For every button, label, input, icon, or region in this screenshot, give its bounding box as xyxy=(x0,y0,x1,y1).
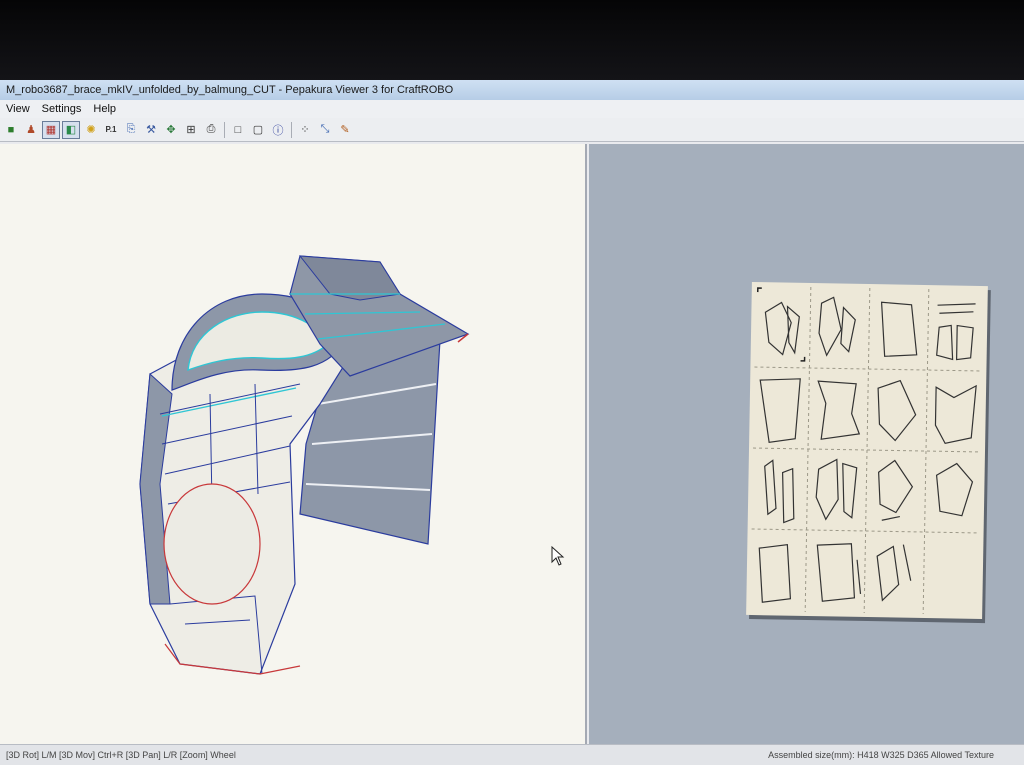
stamp-icon[interactable]: ♟ xyxy=(22,121,40,139)
status-bar: [3D Rot] L/M [3D Mov] Ctrl+R [3D Pan] L/… xyxy=(0,744,1024,765)
app-window: M_robo3687_brace_mkIV_unfolded_by_balmun… xyxy=(0,80,1024,765)
info-icon[interactable]: ⓘ xyxy=(269,121,287,139)
dual-view-icon[interactable]: ▢ xyxy=(249,121,267,139)
paint-icon[interactable]: ⊞ xyxy=(182,121,200,139)
toolbar-divider xyxy=(291,121,292,138)
model-chest-circle xyxy=(163,483,261,605)
select-icon[interactable]: ⁘ xyxy=(296,121,314,139)
print-icon[interactable]: ⎙ xyxy=(202,121,220,139)
page-p1-icon[interactable]: P.1 xyxy=(102,121,120,139)
light-bulb-icon[interactable]: ✺ xyxy=(82,121,100,139)
view-3d-icon[interactable]: ▦ xyxy=(42,120,60,139)
print-page[interactable] xyxy=(746,281,988,620)
2d-unfold-pane[interactable] xyxy=(589,144,1024,744)
mouse-cursor-icon xyxy=(551,546,565,566)
menu-bar: View Settings Help xyxy=(0,100,1024,118)
join-icon[interactable]: ⤡ xyxy=(316,121,334,139)
menu-settings[interactable]: Settings xyxy=(42,100,82,118)
status-help-text: [3D Rot] L/M [3D Mov] Ctrl+R [3D Pan] L/… xyxy=(6,750,236,760)
single-view-icon[interactable]: □ xyxy=(229,121,247,139)
wrench-icon[interactable]: ⚒ xyxy=(142,121,160,139)
toolbar-divider xyxy=(224,121,225,138)
3d-view-pane[interactable] xyxy=(0,144,587,744)
menu-help[interactable]: Help xyxy=(93,100,116,118)
texture-icon[interactable]: ◧ xyxy=(62,120,80,139)
pencil-icon[interactable]: ✎ xyxy=(336,121,354,139)
export-icon[interactable]: ⎘ xyxy=(122,121,140,139)
monitor-bezel xyxy=(0,0,1024,82)
unfolded-parts-sheet xyxy=(751,286,983,615)
window-title: M_robo3687_brace_mkIV_unfolded_by_balmun… xyxy=(0,80,1024,100)
armor-model-3d[interactable] xyxy=(0,144,585,744)
toolbar: ■ ♟ ▦ ◧ ✺ P.1 ⎘ ⚒ ✥ ⊞ ⎙ □ ▢ ⓘ ⁘ ⤡ ✎ xyxy=(0,118,1024,142)
move-icon[interactable]: ✥ xyxy=(162,121,180,139)
cube-icon[interactable]: ■ xyxy=(2,121,20,139)
menu-view[interactable]: View xyxy=(6,100,30,118)
status-assembled-size: Assembled size(mm): H418 W325 D365 Allow… xyxy=(768,750,994,760)
